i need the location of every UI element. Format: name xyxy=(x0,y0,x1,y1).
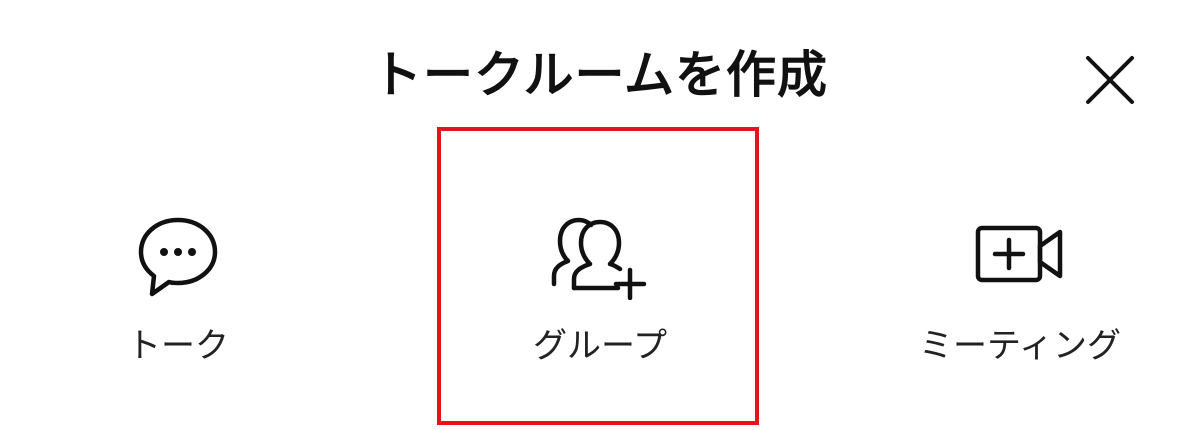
video-add-icon xyxy=(890,210,1150,300)
chat-bubble-icon xyxy=(48,210,308,300)
talk-label: トーク xyxy=(127,326,229,366)
add-group-icon xyxy=(470,210,730,300)
close-icon xyxy=(1086,56,1134,104)
group-label: グループ xyxy=(533,326,667,366)
talk-option[interactable]: トーク xyxy=(48,190,308,390)
meeting-label: ミーティング xyxy=(919,326,1121,366)
close-button[interactable] xyxy=(1080,50,1140,110)
create-talk-room-dialog: トークルームを作成 トーク グループ ミーティング xyxy=(0,0,1200,430)
group-option[interactable]: グループ xyxy=(470,190,730,390)
page-title: トークルームを作成 xyxy=(372,46,828,104)
meeting-option[interactable]: ミーティング xyxy=(890,190,1150,390)
